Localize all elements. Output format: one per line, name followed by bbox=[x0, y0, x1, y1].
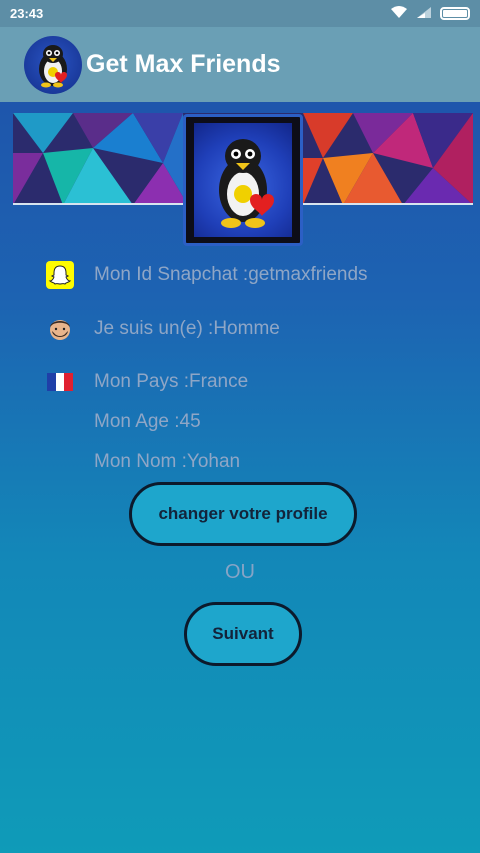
status-bar: 23:43 bbox=[0, 0, 480, 27]
or-separator: OU bbox=[225, 561, 255, 583]
gender-text: Je suis un(e) :Homme bbox=[94, 318, 280, 339]
snapchat-id-text: Mon Id Snapchat :getmaxfriends bbox=[94, 264, 368, 285]
app-title: Get Max Friends bbox=[86, 50, 281, 78]
penguin-logo-icon bbox=[24, 35, 82, 94]
snapchat-icon bbox=[46, 261, 74, 289]
france-flag-icon bbox=[46, 368, 74, 396]
name-text: Mon Nom :Yohan bbox=[94, 451, 241, 472]
man-face-icon bbox=[46, 315, 74, 343]
battery-icon bbox=[440, 7, 470, 20]
gender-row: Je suis un(e) :Homme bbox=[46, 314, 280, 344]
age-text: Mon Age :45 bbox=[94, 411, 201, 432]
country-row: Mon Pays :France bbox=[46, 367, 248, 397]
change-profile-button[interactable]: changer votre profile bbox=[129, 482, 357, 546]
penguin-avatar-icon bbox=[194, 123, 292, 237]
status-icons bbox=[390, 5, 470, 22]
next-button[interactable]: Suivant bbox=[184, 602, 302, 666]
signal-icon bbox=[416, 6, 432, 22]
profile-picture[interactable] bbox=[183, 114, 303, 246]
country-text: Mon Pays :France bbox=[94, 371, 249, 392]
app-bar: Get Max Friends bbox=[0, 27, 480, 102]
snapchat-id-row: Mon Id Snapchat :getmaxfriends bbox=[46, 260, 368, 290]
wifi-icon bbox=[390, 5, 408, 22]
status-time: 23:43 bbox=[10, 6, 44, 21]
